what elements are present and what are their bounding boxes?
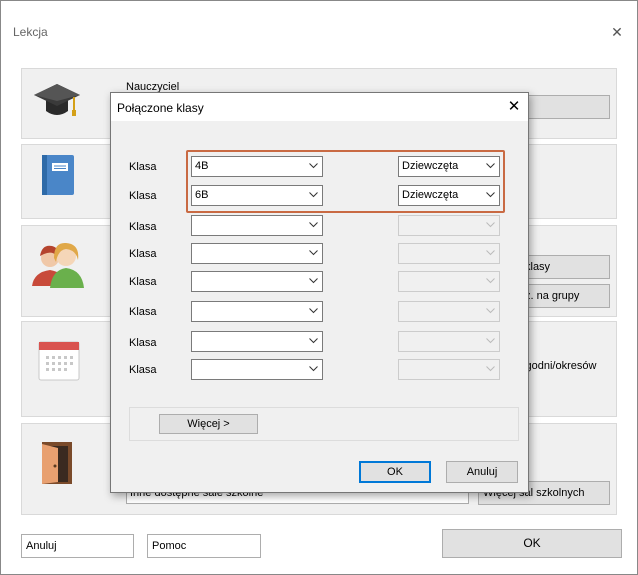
chevron-down-icon <box>306 272 320 291</box>
chevron-down-icon <box>483 244 497 263</box>
chevron-down-icon <box>306 157 320 176</box>
chevron-down-icon <box>483 186 497 205</box>
dialog-titlebar: Połączone klasy ✕ <box>111 93 528 121</box>
chevron-down-icon <box>306 332 320 351</box>
door-icon <box>38 440 78 486</box>
group-select <box>398 215 500 236</box>
class-label: Klasa <box>129 276 157 288</box>
dialog-title: Połączone klasy <box>117 101 204 115</box>
split-groups-button[interactable]: z. na grupy <box>520 284 610 308</box>
group-select <box>398 243 500 264</box>
chevron-down-icon <box>306 216 320 235</box>
ok-button[interactable]: OK <box>442 529 622 558</box>
group-select[interactable]: Dziewczęta <box>398 185 500 206</box>
classes-button[interactable]: klasy <box>520 255 610 279</box>
book-icon <box>38 153 78 197</box>
dialog-ok-button[interactable]: OK <box>359 461 431 483</box>
class-select[interactable] <box>191 271 323 292</box>
chevron-down-icon <box>483 216 497 235</box>
class-label: Klasa <box>129 190 157 202</box>
weeks-periods-label: ygodni/okresów <box>520 360 597 372</box>
chevron-down-icon <box>483 332 497 351</box>
dialog-close-icon[interactable]: ✕ <box>506 98 522 116</box>
class-select[interactable]: 6B <box>191 185 323 206</box>
chevron-down-icon <box>306 360 320 379</box>
class-label: Klasa <box>129 221 157 233</box>
group-select <box>398 271 500 292</box>
group-select <box>398 301 500 322</box>
calendar-icon <box>36 338 82 382</box>
class-select[interactable] <box>191 359 323 380</box>
students-icon <box>30 236 86 290</box>
class-select[interactable] <box>191 243 323 264</box>
class-label: Klasa <box>129 161 157 173</box>
cancel-button[interactable]: Anuluj <box>21 534 134 558</box>
joined-classes-dialog: Połączone klasy ✕ Klasa 4B Dziewczęta Kl… <box>110 92 529 493</box>
class-label: Klasa <box>129 306 157 318</box>
chevron-down-icon <box>483 302 497 321</box>
class-select[interactable] <box>191 215 323 236</box>
class-label: Klasa <box>129 364 157 376</box>
group-select <box>398 331 500 352</box>
chevron-down-icon <box>483 157 497 176</box>
graduation-cap-icon <box>32 77 82 123</box>
chevron-down-icon <box>306 186 320 205</box>
window-close-icon[interactable]: ✕ <box>608 23 626 41</box>
class-select[interactable] <box>191 331 323 352</box>
class-select[interactable]: 4B <box>191 156 323 177</box>
dialog-cancel-button[interactable]: Anuluj <box>446 461 518 483</box>
class-label: Klasa <box>129 337 157 349</box>
class-label: Klasa <box>129 248 157 260</box>
group-select[interactable]: Dziewczęta <box>398 156 500 177</box>
chevron-down-icon <box>306 244 320 263</box>
class-select[interactable] <box>191 301 323 322</box>
window-title: Lekcja <box>13 25 48 39</box>
chevron-down-icon <box>483 360 497 379</box>
help-button[interactable]: Pomoc <box>147 534 261 558</box>
group-select <box>398 359 500 380</box>
more-button[interactable]: Więcej > <box>159 414 258 434</box>
chevron-down-icon <box>306 302 320 321</box>
chevron-down-icon <box>483 272 497 291</box>
